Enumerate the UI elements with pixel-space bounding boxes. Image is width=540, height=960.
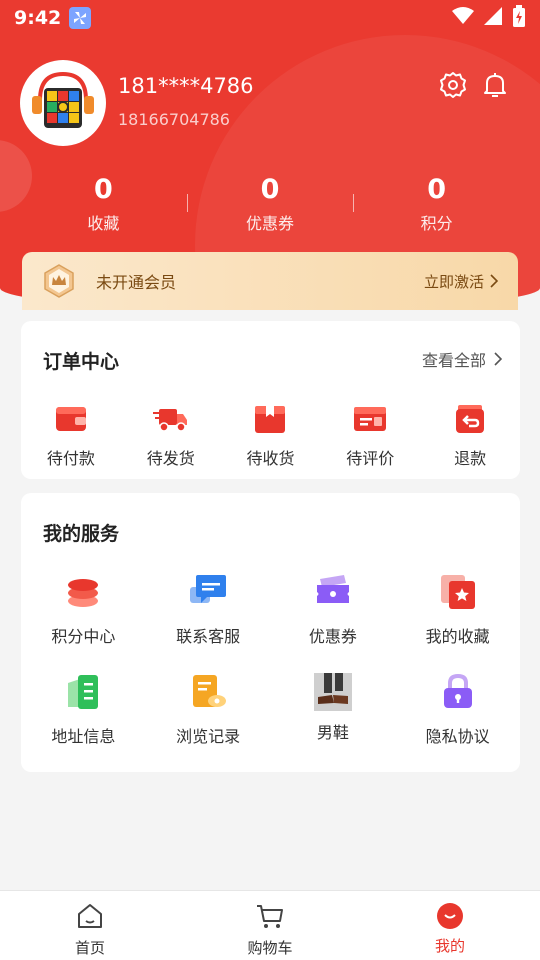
- service-address[interactable]: 地址信息: [21, 673, 146, 773]
- avatar[interactable]: [20, 60, 106, 146]
- order-label: 待付款: [46, 449, 95, 468]
- user-phone: 18166704786: [118, 110, 230, 129]
- service-label: 联系客服: [176, 627, 241, 646]
- bottom-tab-bar: 首页 购物车 我的: [0, 890, 540, 960]
- order-label: 待发货: [146, 449, 195, 468]
- status-time: 9:42: [14, 7, 62, 29]
- order-status-row: 待付款 待发货 待收货 待评价 退款: [21, 403, 520, 469]
- order-pending-review[interactable]: 待评价: [320, 403, 420, 469]
- battery-icon: [512, 5, 526, 31]
- home-icon: [78, 904, 102, 928]
- stats-row: 0 收藏 0 优惠券 0 积分: [20, 172, 520, 242]
- coins-icon: [68, 579, 99, 607]
- wifi-icon: [452, 7, 474, 29]
- coupon-icon: [316, 575, 349, 603]
- review-icon: [354, 407, 387, 431]
- profile-icon: [437, 903, 463, 929]
- bell-icon: [484, 73, 506, 97]
- lock-icon: [443, 673, 472, 708]
- history-icon: [193, 675, 227, 707]
- stat-label: 积分: [420, 214, 453, 233]
- chat-icon: [190, 575, 227, 603]
- order-label: 待评价: [346, 449, 395, 468]
- service-my-favorites[interactable]: 我的收藏: [395, 573, 520, 673]
- notification-button[interactable]: [480, 70, 510, 100]
- order-center-card: 订单中心 查看全部 待付款 待发货 待收货 待评价 退款: [21, 321, 520, 479]
- tab-label: 首页: [74, 939, 105, 957]
- service-label: 优惠券: [308, 627, 357, 646]
- shoes-image: [313, 673, 352, 711]
- service-label: 隐私协议: [425, 727, 490, 746]
- tab-mine[interactable]: 我的: [360, 891, 540, 960]
- view-all-label: 查看全部: [421, 351, 486, 370]
- profile-header: 181****4786 18166704786: [20, 60, 520, 150]
- chevron-right-icon: [490, 274, 498, 288]
- gear-icon: [440, 72, 466, 98]
- service-mens-shoes[interactable]: 男鞋: [271, 673, 396, 773]
- service-label: 男鞋: [316, 723, 349, 742]
- fan-app-icon: [69, 7, 92, 29]
- service-grid: 积分中心 联系客服 优惠券 我的收藏 地址信息 浏览记录 男鞋 隐私协议: [21, 573, 520, 773]
- vip-activate-label: 立即激活: [423, 272, 484, 291]
- stat-coupons[interactable]: 0 优惠券: [186, 172, 354, 242]
- tab-label: 我的: [434, 937, 465, 955]
- order-label: 待收货: [246, 449, 295, 468]
- stat-value: 0: [260, 174, 280, 205]
- order-center-title: 订单中心: [43, 351, 120, 373]
- wallet-icon: [55, 407, 86, 431]
- tab-home[interactable]: 首页: [0, 891, 180, 960]
- tab-cart[interactable]: 购物车: [180, 891, 360, 960]
- rubiks-cube-avatar-icon: [32, 71, 94, 128]
- crown-badge-icon: [44, 264, 74, 298]
- vip-activate-link[interactable]: 立即激活: [424, 271, 498, 292]
- order-pending-payment[interactable]: 待付款: [21, 403, 121, 469]
- stat-label: 优惠券: [246, 214, 295, 233]
- vip-status-text: 未开通会员: [96, 273, 177, 292]
- refund-icon: [456, 405, 485, 433]
- service-coupons[interactable]: 优惠券: [271, 573, 396, 673]
- service-row: 积分中心 联系客服 优惠券 我的收藏: [21, 573, 520, 673]
- address-icon: [68, 675, 99, 709]
- order-pending-receipt[interactable]: 待收货: [221, 403, 321, 469]
- my-services-title: 我的服务: [43, 523, 120, 545]
- service-row: 地址信息 浏览记录 男鞋 隐私协议: [21, 673, 520, 773]
- service-customer-support[interactable]: 联系客服: [146, 573, 271, 673]
- service-label: 浏览记录: [176, 727, 241, 746]
- vip-banner[interactable]: 未开通会员 立即激活: [22, 252, 518, 310]
- favorite-icon: [440, 575, 475, 609]
- chevron-right-icon: [494, 352, 502, 366]
- stat-favorites[interactable]: 0 收藏: [20, 172, 187, 242]
- cart-icon: [257, 905, 283, 928]
- stat-value: 0: [93, 174, 113, 205]
- truck-icon: [152, 409, 187, 432]
- order-pending-shipment[interactable]: 待发货: [121, 403, 221, 469]
- service-label: 积分中心: [51, 627, 116, 646]
- status-bar: 9:42: [0, 0, 540, 36]
- order-refund[interactable]: 退款: [420, 403, 520, 469]
- order-label: 退款: [454, 449, 487, 468]
- service-points-center[interactable]: 积分中心: [21, 573, 146, 673]
- service-browse-history[interactable]: 浏览记录: [146, 673, 271, 773]
- view-all-orders-link[interactable]: 查看全部: [422, 347, 502, 371]
- stat-label: 收藏: [87, 214, 120, 233]
- stat-value: 0: [427, 174, 447, 205]
- service-label: 地址信息: [51, 727, 116, 746]
- service-label: 我的收藏: [425, 627, 490, 646]
- package-icon: [255, 406, 286, 433]
- my-services-card: 我的服务 积分中心 联系客服 优惠券 我的收藏 地址信息 浏览记录 男鞋 隐私协…: [21, 493, 520, 772]
- tab-label: 购物车: [247, 939, 293, 957]
- settings-button[interactable]: [438, 70, 468, 100]
- signal-icon: [484, 7, 502, 29]
- stat-points[interactable]: 0 积分: [353, 172, 520, 242]
- service-privacy-policy[interactable]: 隐私协议: [395, 673, 520, 773]
- username: 181****4786: [118, 74, 254, 98]
